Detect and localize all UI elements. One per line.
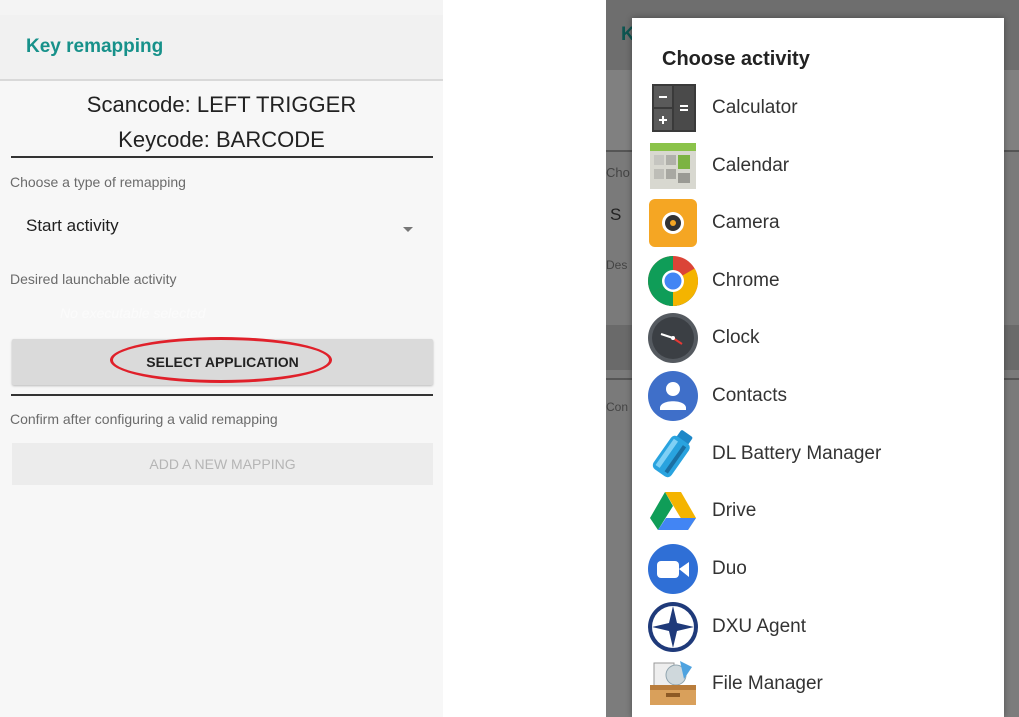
left-screen: Key remapping Scancode: LEFT TRIGGER Key… [0, 0, 443, 717]
confirm-label: Confirm after configuring a valid remapp… [10, 411, 278, 427]
activity-label: Drive [712, 500, 757, 521]
camera-icon [649, 199, 697, 247]
choose-activity-dialog: Choose activity Calculator Calendar Came… [632, 18, 1004, 717]
drive-icon [650, 492, 696, 530]
activity-item-calendar[interactable]: Calendar [632, 139, 1004, 196]
highlight-ellipse [110, 337, 332, 383]
calculator-icon [652, 84, 696, 132]
add-mapping-button[interactable]: ADD A NEW MAPPING [12, 443, 433, 485]
activity-item-contacts[interactable]: Contacts [632, 369, 1004, 426]
app-title: Key remapping [26, 36, 164, 57]
activity-label: File Manager [712, 673, 823, 694]
battery-manager-icon [652, 430, 693, 478]
activity-item-duo[interactable]: Duo [632, 542, 1004, 599]
activity-item-calculator[interactable]: Calculator [632, 81, 1004, 138]
activity-label: DXU Agent [712, 616, 806, 637]
activity-label: Clock [712, 327, 760, 348]
activity-label: Duo [712, 558, 747, 579]
dimmed-text: S [610, 205, 622, 224]
activity-item-camera[interactable]: Camera [632, 196, 1004, 253]
scancode-text: Scancode: LEFT TRIGGER [86, 92, 357, 117]
dialog-title: Choose activity [662, 48, 810, 70]
activity-item-drive[interactable]: Drive [632, 484, 1004, 541]
divider [11, 156, 433, 158]
activity-item-dl-battery-manager[interactable]: DL Battery Manager [632, 427, 1004, 484]
activity-value: No executable selected [60, 305, 206, 321]
activity-item-file-manager[interactable]: File Manager [632, 657, 1004, 714]
activity-item-chrome[interactable]: Chrome [632, 254, 1004, 311]
activity-label: Chrome [712, 270, 780, 291]
remap-type-label: Choose a type of remapping [10, 174, 186, 190]
activity-label: Calendar [712, 155, 790, 176]
chrome-icon [648, 256, 698, 306]
contacts-icon [648, 371, 698, 421]
duo-icon [648, 544, 698, 594]
activity-label: Contacts [712, 385, 787, 406]
dimmed-text: Des [606, 258, 628, 272]
app-bar: Key remapping [0, 15, 443, 81]
dropdown-arrow-icon [403, 227, 413, 232]
activity-label: DL Battery Manager [712, 443, 882, 464]
remap-form: Scancode: LEFT TRIGGER Keycode: BARCODE … [0, 81, 443, 717]
activity-item-dxu-agent[interactable]: DXU Agent [632, 600, 1004, 657]
remap-type-value: Start activity [26, 216, 119, 235]
dxu-agent-icon [648, 602, 698, 652]
dimmed-text: Cho [606, 165, 630, 180]
activity-label: Calculator [712, 97, 798, 118]
clock-icon [648, 313, 698, 363]
activity-item-clock[interactable]: Clock [632, 311, 1004, 368]
dimmed-text: Con [606, 400, 629, 414]
keycode-text: Keycode: BARCODE [118, 127, 325, 152]
key-info: Scancode: LEFT TRIGGER Keycode: BARCODE [0, 87, 443, 157]
calendar-icon [650, 143, 696, 189]
file-manager-icon [650, 661, 696, 705]
activity-label: Desired launchable activity [10, 271, 177, 287]
activity-label: Camera [712, 212, 780, 233]
divider [11, 394, 433, 396]
